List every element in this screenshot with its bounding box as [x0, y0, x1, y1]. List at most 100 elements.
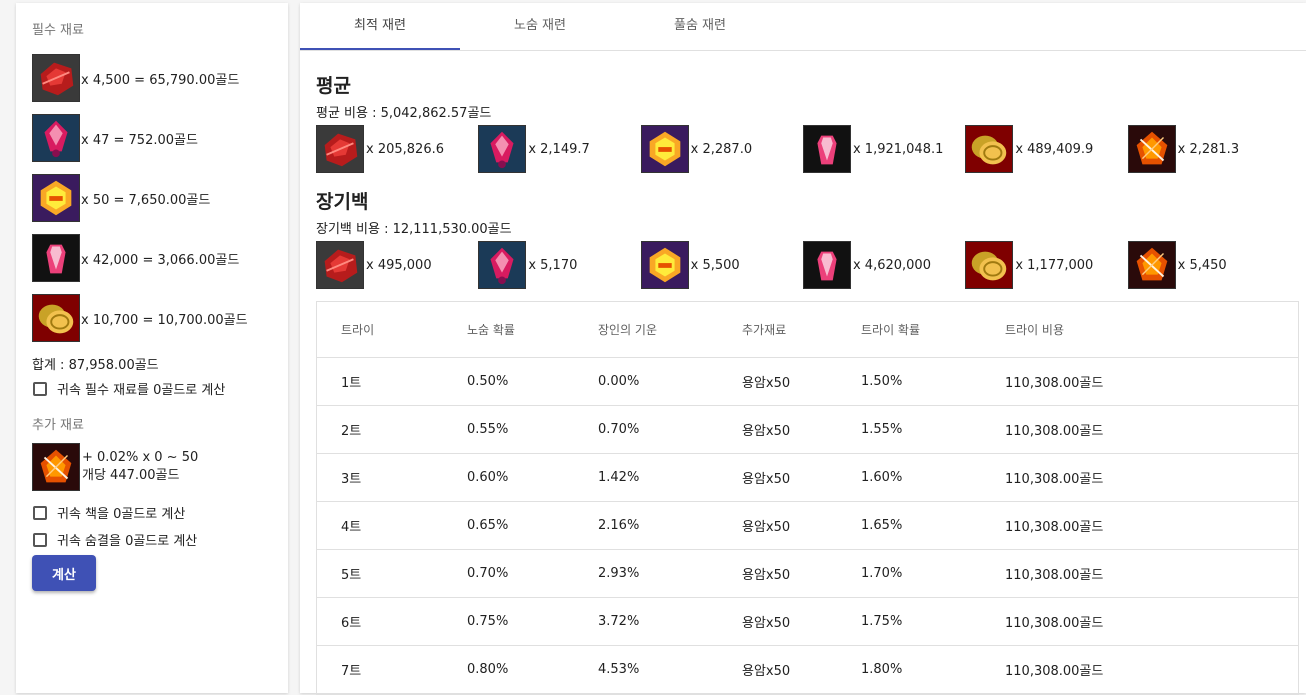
bound-breath-label: 귀속 숨결을 0골드로 계산	[57, 534, 198, 549]
cell-no-breath-rate: 0.65%	[467, 518, 509, 533]
table-row: 1트 0.50% 0.00% 용암x50 1.50% 110,308.00골드	[317, 358, 1298, 406]
cell-artisan-energy: 1.42%	[598, 470, 640, 485]
bound-required-checkbox[interactable]	[33, 381, 47, 396]
average-material-cell: x 205,826.6	[316, 125, 478, 173]
cell-try-rate: 1.70%	[861, 566, 903, 581]
average-material-cell: x 489,409.9	[965, 125, 1127, 173]
left-panel: 필수 재료 x 4,500 = 65,790.00골드 x 47 = 752.0…	[16, 3, 288, 693]
average-material-amount: x 2,281.3	[1177, 141, 1240, 157]
bound-breath-checkbox-row[interactable]: 귀속 숨결을 0골드로 계산	[32, 530, 272, 549]
jangi-material-amount: x 5,500	[690, 257, 740, 273]
cell-extra-material: 용암x50	[742, 616, 791, 631]
calculate-button[interactable]: 계산	[32, 555, 96, 591]
average-material-cell: x 2,287.0	[640, 125, 803, 173]
cell-try-cost: 110,308.00골드	[1005, 520, 1104, 535]
gold-coin-icon	[32, 294, 80, 342]
tab-full-breath[interactable]: 풀숨 재련	[620, 3, 780, 50]
bound-required-checkbox-row[interactable]: 귀속 필수 재료를 0골드로 계산	[32, 379, 272, 398]
cell-try-rate: 1.60%	[861, 470, 903, 485]
bound-book-checkbox[interactable]	[33, 505, 47, 520]
required-material-row: x 47 = 752.00골드	[32, 114, 272, 162]
average-material-amount: x 205,826.6	[366, 141, 444, 157]
required-material-text: x 50 = 7,650.00골드	[81, 192, 211, 208]
extra-material-row: + 0.02% x 0 ~ 50 개당 447.00골드	[32, 443, 272, 491]
jangi-material-amount: x 5,170	[528, 257, 578, 273]
required-material-text: x 4,500 = 65,790.00골드	[81, 72, 240, 88]
cell-artisan-energy: 2.93%	[598, 566, 640, 581]
cell-try: 2트	[341, 424, 362, 439]
jangi-material-amount: x 4,620,000	[852, 257, 931, 273]
cell-no-breath-rate: 0.75%	[467, 614, 509, 629]
cell-try: 5트	[341, 568, 362, 583]
fire-gem-icon	[32, 443, 80, 491]
jangi-material-cell: x 5,500	[640, 241, 803, 289]
cell-try: 4트	[341, 520, 362, 535]
cell-try: 7트	[341, 664, 362, 679]
cell-no-breath-rate: 0.60%	[467, 470, 509, 485]
bound-book-label: 귀속 책을 0골드로 계산	[57, 507, 186, 522]
bound-breath-checkbox[interactable]	[33, 532, 47, 547]
cell-try-cost: 110,308.00골드	[1005, 616, 1104, 631]
jangi-material-cell: x 4,620,000	[802, 241, 965, 289]
cell-extra-material: 용암x50	[742, 568, 791, 583]
table-body: 1트 0.50% 0.00% 용암x50 1.50% 110,308.00골드 2트 0.55…	[317, 358, 1298, 694]
red-stone-icon	[316, 125, 364, 173]
required-material-row: x 50 = 7,650.00골드	[32, 174, 272, 222]
cell-try-cost: 110,308.00골드	[1005, 424, 1104, 439]
jangi-material-cell: x 5,450	[1127, 241, 1290, 289]
gold-coin-icon	[965, 241, 1014, 289]
bound-required-label: 귀속 필수 재료를 0골드로 계산	[57, 383, 226, 398]
header-artisan-energy: 장인의 기운	[598, 323, 658, 337]
jangi-material-amount: x 5,450	[1177, 257, 1227, 273]
header-try: 트라이	[341, 323, 375, 337]
tab-no-breath[interactable]: 노숨 재련	[460, 3, 620, 50]
cell-try: 1트	[341, 376, 362, 391]
red-stone-icon	[32, 54, 80, 102]
table-row: 6트 0.75% 3.72% 용암x50 1.75% 110,308.00골드	[317, 598, 1298, 646]
cell-try-cost: 110,308.00골드	[1005, 664, 1104, 679]
average-material-cell: x 2,149.7	[478, 125, 640, 173]
cell-try-cost: 110,308.00골드	[1005, 376, 1104, 391]
average-material-amount: x 2,287.0	[690, 141, 753, 157]
jangi-material-cell: x 5,170	[478, 241, 640, 289]
table-row: 2트 0.55% 0.70% 용암x50 1.55% 110,308.00골드	[317, 406, 1298, 454]
cell-try-rate: 1.75%	[861, 614, 903, 629]
required-material-text: x 42,000 = 3,066.00골드	[81, 252, 240, 268]
cell-artisan-energy: 2.16%	[598, 518, 640, 533]
pink-crystal-icon	[478, 125, 527, 173]
fire-gem-icon	[1127, 241, 1176, 289]
try-table: 트라이 노숨 확률 장인의 기운 추가재료 트라이 확률 트라이 비용 1트 0.…	[316, 301, 1299, 695]
table-row: 7트 0.80% 4.53% 용암x50 1.80% 110,308.00골드	[317, 646, 1298, 694]
cell-extra-material: 용암x50	[742, 376, 791, 391]
cell-extra-material: 용암x50	[742, 472, 791, 487]
cell-no-breath-rate: 0.55%	[467, 422, 509, 437]
jangi-material-amount: x 495,000	[366, 257, 432, 273]
average-material-amount: x 1,921,048.1	[852, 141, 944, 157]
extra-material-bonus: + 0.02% x 0 ~ 50	[82, 450, 199, 465]
ruby-shard-icon	[802, 125, 851, 173]
table-row: 5트 0.70% 2.93% 용암x50 1.70% 110,308.00골드	[317, 550, 1298, 598]
cell-extra-material: 용암x50	[742, 664, 791, 679]
required-material-row: x 42,000 = 3,066.00골드	[32, 234, 272, 282]
table-row: 4트 0.65% 2.16% 용암x50 1.65% 110,308.00골드	[317, 502, 1298, 550]
gold-ore-icon	[640, 241, 689, 289]
cell-no-breath-rate: 0.80%	[467, 662, 509, 677]
bound-book-checkbox-row[interactable]: 귀속 책을 0골드로 계산	[32, 503, 272, 522]
tab-optimal[interactable]: 최적 재련	[300, 3, 460, 50]
cell-no-breath-rate: 0.70%	[467, 566, 509, 581]
average-material-cell: x 2,281.3	[1127, 125, 1290, 173]
header-extra-material: 추가재료	[742, 323, 787, 337]
cell-artisan-energy: 4.53%	[598, 662, 640, 677]
ruby-shard-icon	[32, 234, 80, 282]
jangi-materials-grid: x 495,000 x 5,170 x 5,500 x 4,620,000 x …	[316, 241, 1290, 289]
required-material-row: x 4,500 = 65,790.00골드	[32, 54, 272, 102]
jangi-title: 장기백	[316, 191, 369, 213]
table-header-row: 트라이 노숨 확률 장인의 기운 추가재료 트라이 확률 트라이 비용	[317, 302, 1298, 358]
cell-artisan-energy: 0.70%	[598, 422, 640, 437]
cell-try-cost: 110,308.00골드	[1005, 568, 1104, 583]
required-materials-title: 필수 재료	[32, 23, 84, 38]
cell-try: 3트	[341, 472, 362, 487]
average-title: 평균	[316, 75, 351, 97]
extra-materials-title: 추가 재료	[32, 418, 84, 433]
required-material-row: x 10,700 = 10,700.00골드	[32, 294, 272, 342]
